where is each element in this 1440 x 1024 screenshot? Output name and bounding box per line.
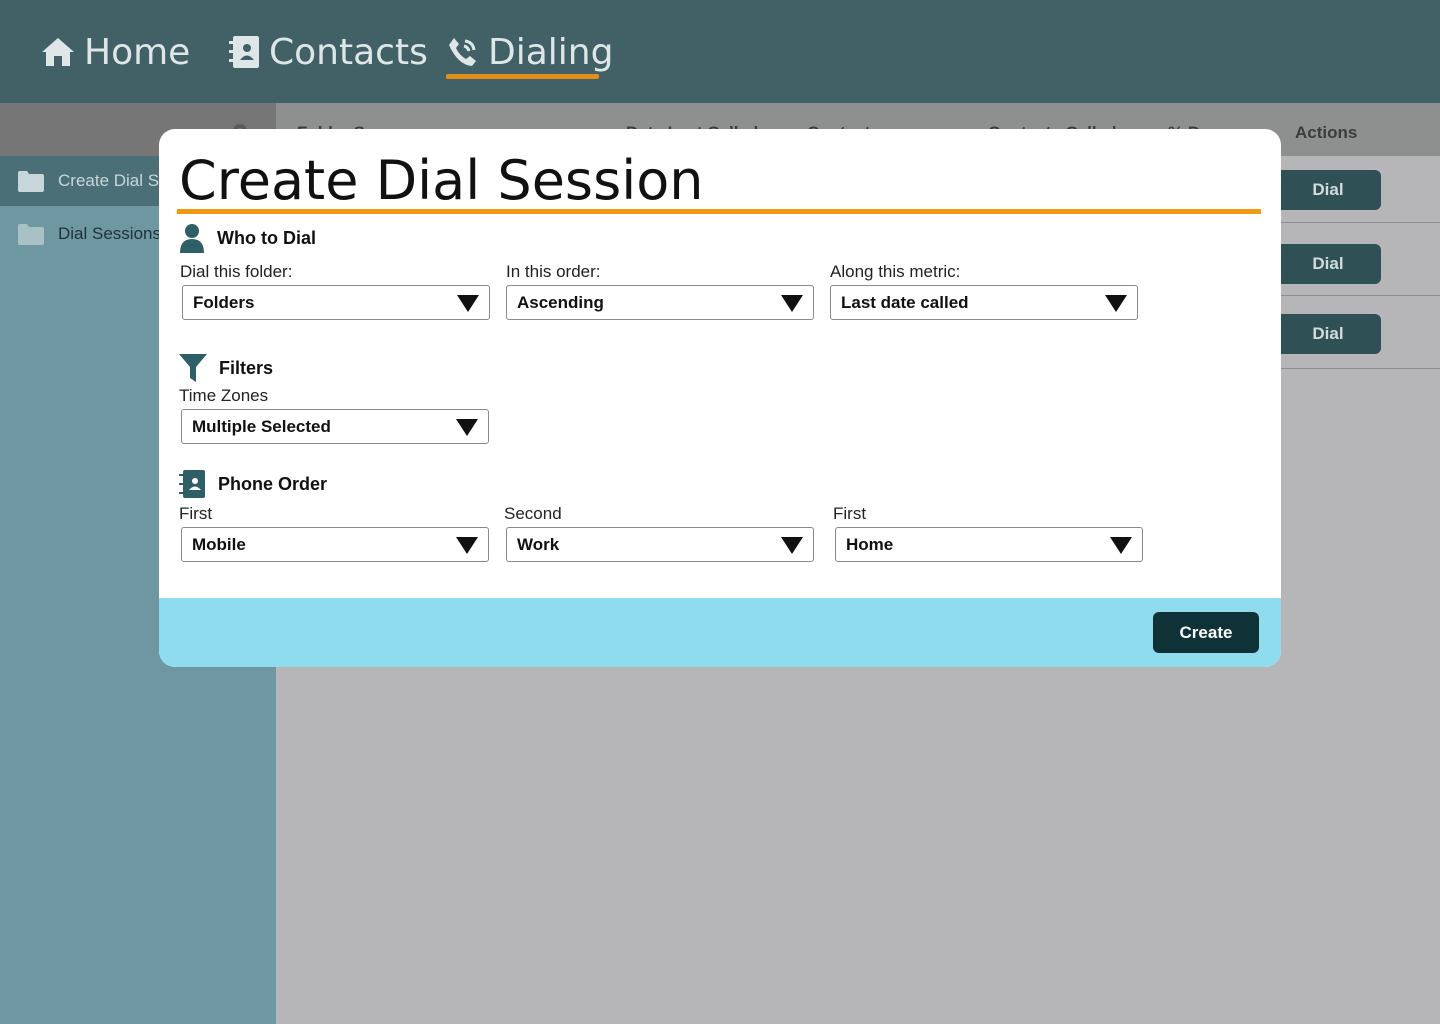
second-phone-label: Second	[504, 504, 562, 523]
section-filters: Filters	[179, 353, 273, 383]
dial-button[interactable]: Dial	[1275, 314, 1381, 354]
folder-icon	[18, 224, 44, 245]
metric-select[interactable]: Last date called	[830, 285, 1138, 320]
column-header: Actions	[1295, 123, 1358, 142]
second-phone-select[interactable]: Work	[506, 527, 814, 562]
first-phone-label: First	[179, 504, 213, 523]
third-phone-select[interactable]: Home	[835, 527, 1143, 562]
filter-icon	[179, 354, 207, 382]
modal-footer: Create	[159, 598, 1281, 667]
dropdown-arrow-icon	[1110, 537, 1132, 554]
section-heading: Who to Dial	[217, 227, 316, 248]
folder-select-value: Folders	[193, 292, 255, 312]
time-zones-label: Time Zones	[179, 386, 269, 405]
metric-label: Along this metric:	[830, 262, 961, 281]
dropdown-arrow-icon	[456, 537, 478, 554]
dropdown-arrow-icon	[781, 295, 803, 312]
title-divider	[177, 209, 1261, 214]
nav-home-label: Home	[84, 31, 191, 73]
nav-home[interactable]: Home	[40, 28, 190, 76]
folder-select[interactable]: Folders	[182, 285, 490, 320]
modal-title: Create Dial Session	[179, 149, 704, 212]
home-icon	[42, 38, 74, 66]
active-tab-indicator	[446, 74, 599, 79]
metric-select-value: Last date called	[841, 292, 969, 312]
section-heading: Filters	[219, 357, 274, 378]
person-icon	[180, 224, 204, 253]
dial-button[interactable]: Dial	[1275, 170, 1381, 210]
first-phone-select[interactable]: Mobile	[181, 527, 489, 562]
nav-dialing-label: Dialing	[488, 31, 614, 73]
address-book-icon	[179, 470, 205, 498]
dial-button[interactable]: Dial	[1275, 244, 1381, 284]
order-label: In this order:	[506, 262, 601, 281]
time-zones-select[interactable]: Multiple Selected	[181, 409, 489, 444]
dropdown-arrow-icon	[1105, 295, 1127, 312]
second-phone-select-value: Work	[517, 534, 560, 554]
address-book-icon	[229, 36, 259, 68]
nav-dialing[interactable]: Dialing	[446, 28, 613, 76]
folder-icon	[18, 171, 44, 192]
sidebar-item-label: Dial Sessions	[58, 224, 161, 243]
dropdown-arrow-icon	[457, 295, 479, 312]
order-select-value: Ascending	[517, 292, 604, 312]
third-phone-select-value: Home	[846, 534, 894, 554]
section-who-to-dial: Who to Dial	[179, 223, 316, 253]
folder-label: Dial this folder:	[180, 262, 293, 281]
sidebar-item-label: Create Dial S	[58, 171, 160, 190]
first-phone-select-value: Mobile	[192, 534, 246, 554]
third-phone-label: First	[833, 504, 867, 523]
nav-contacts-label: Contacts	[269, 31, 428, 73]
section-phone-order: Phone Order	[179, 469, 327, 499]
create-button[interactable]: Create	[1153, 612, 1259, 653]
phone-icon	[449, 38, 476, 66]
top-nav: Home Contacts Dialing	[0, 0, 1440, 103]
time-zones-select-value: Multiple Selected	[192, 416, 331, 436]
create-dial-session-modal: Create Dial Session Who to Dial Dial thi…	[159, 129, 1281, 667]
dropdown-arrow-icon	[781, 537, 803, 554]
dropdown-arrow-icon	[456, 419, 478, 436]
order-select[interactable]: Ascending	[506, 285, 814, 320]
nav-contacts[interactable]: Contacts	[229, 28, 428, 76]
section-heading: Phone Order	[218, 473, 328, 494]
